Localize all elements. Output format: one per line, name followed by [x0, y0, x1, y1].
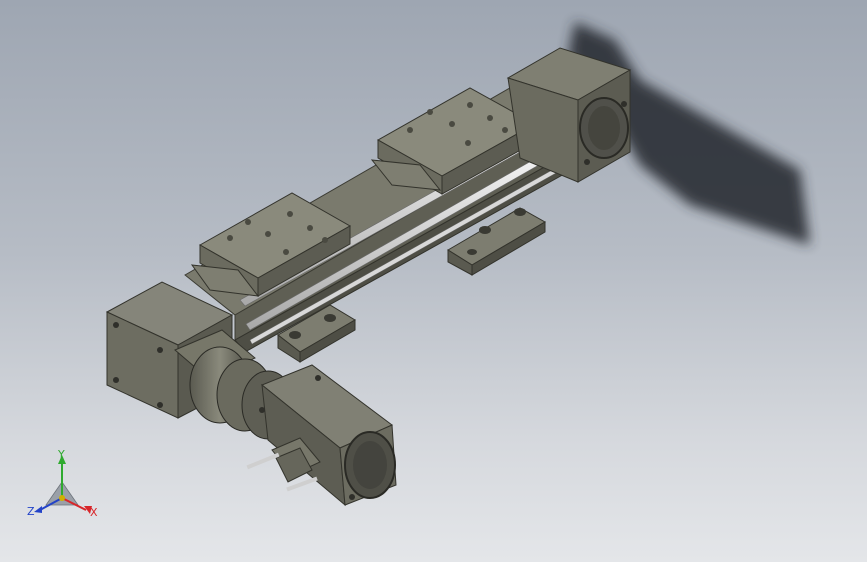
cad-model-canvas[interactable]: Y X Z	[0, 0, 867, 562]
x-axis-label: X	[90, 506, 98, 519]
z-axis-label: Z	[27, 505, 35, 518]
cad-viewport[interactable]: Y X Z	[0, 0, 867, 562]
y-axis-label: Y	[57, 448, 65, 461]
z-axis-arrow-icon	[34, 506, 42, 513]
axis-triad: Y X Z	[27, 448, 98, 519]
servo-motor[interactable]	[246, 364, 397, 507]
